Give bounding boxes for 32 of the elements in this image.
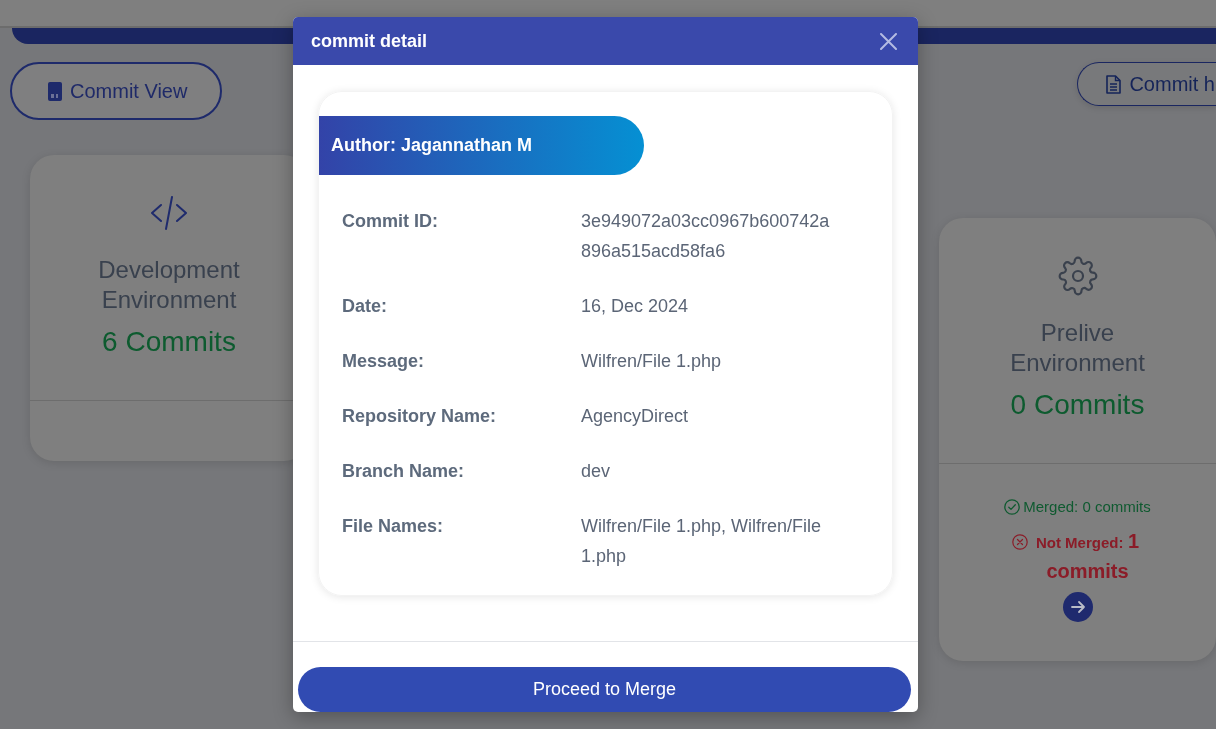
field-label: Commit ID:: [342, 210, 439, 233]
dialog-title: commit detail: [311, 30, 428, 52]
field-label: Message:: [342, 350, 426, 373]
author-banner: Author: Jagannathan M: [319, 116, 644, 175]
gear-icon: [1057, 256, 1098, 296]
field-label: File Names:: [342, 515, 445, 538]
field-value: dev: [581, 460, 612, 483]
check-circle-icon: [1004, 499, 1021, 515]
commit-count: 6 Commits: [101, 325, 237, 359]
field-label: Repository Name:: [342, 405, 498, 428]
x-circle-icon: [1011, 534, 1028, 550]
document-icon: [1106, 74, 1122, 94]
merge-button[interactable]: Proceed to Merge: [298, 667, 911, 712]
field-label: Date:: [342, 295, 388, 318]
toolbar-button[interactable]: Commit View: [10, 62, 223, 120]
arrow-circle-icon[interactable]: [1062, 592, 1093, 622]
close-icon: [880, 32, 897, 50]
field-value: 3e949072a03cc0967b600742a896a515acd58fa6: [581, 210, 831, 263]
environment-title: Prelive Environment: [1009, 318, 1146, 378]
commit-count: 0 Commits: [1009, 388, 1146, 422]
environment-title: Development Environment: [97, 255, 241, 315]
field-value: AgencyDirect: [581, 405, 690, 428]
field-value: Wilfren/File 1.php: [581, 350, 723, 373]
close-button[interactable]: [880, 32, 897, 50]
field-label: Branch Name:: [342, 460, 466, 483]
not-merged-status: Not Merged: 1 commits: [1034, 529, 1141, 584]
merged-status: Merged: 0 commits: [1023, 497, 1151, 517]
code-icon: [150, 196, 188, 230]
file-icon: [48, 81, 62, 101]
toolbar-button[interactable]: Commit h: [1077, 62, 1216, 106]
field-value: Wilfren/File 1.php, Wilfren/File 1.php: [581, 515, 823, 568]
field-value: 16, Dec 2024: [581, 295, 690, 318]
